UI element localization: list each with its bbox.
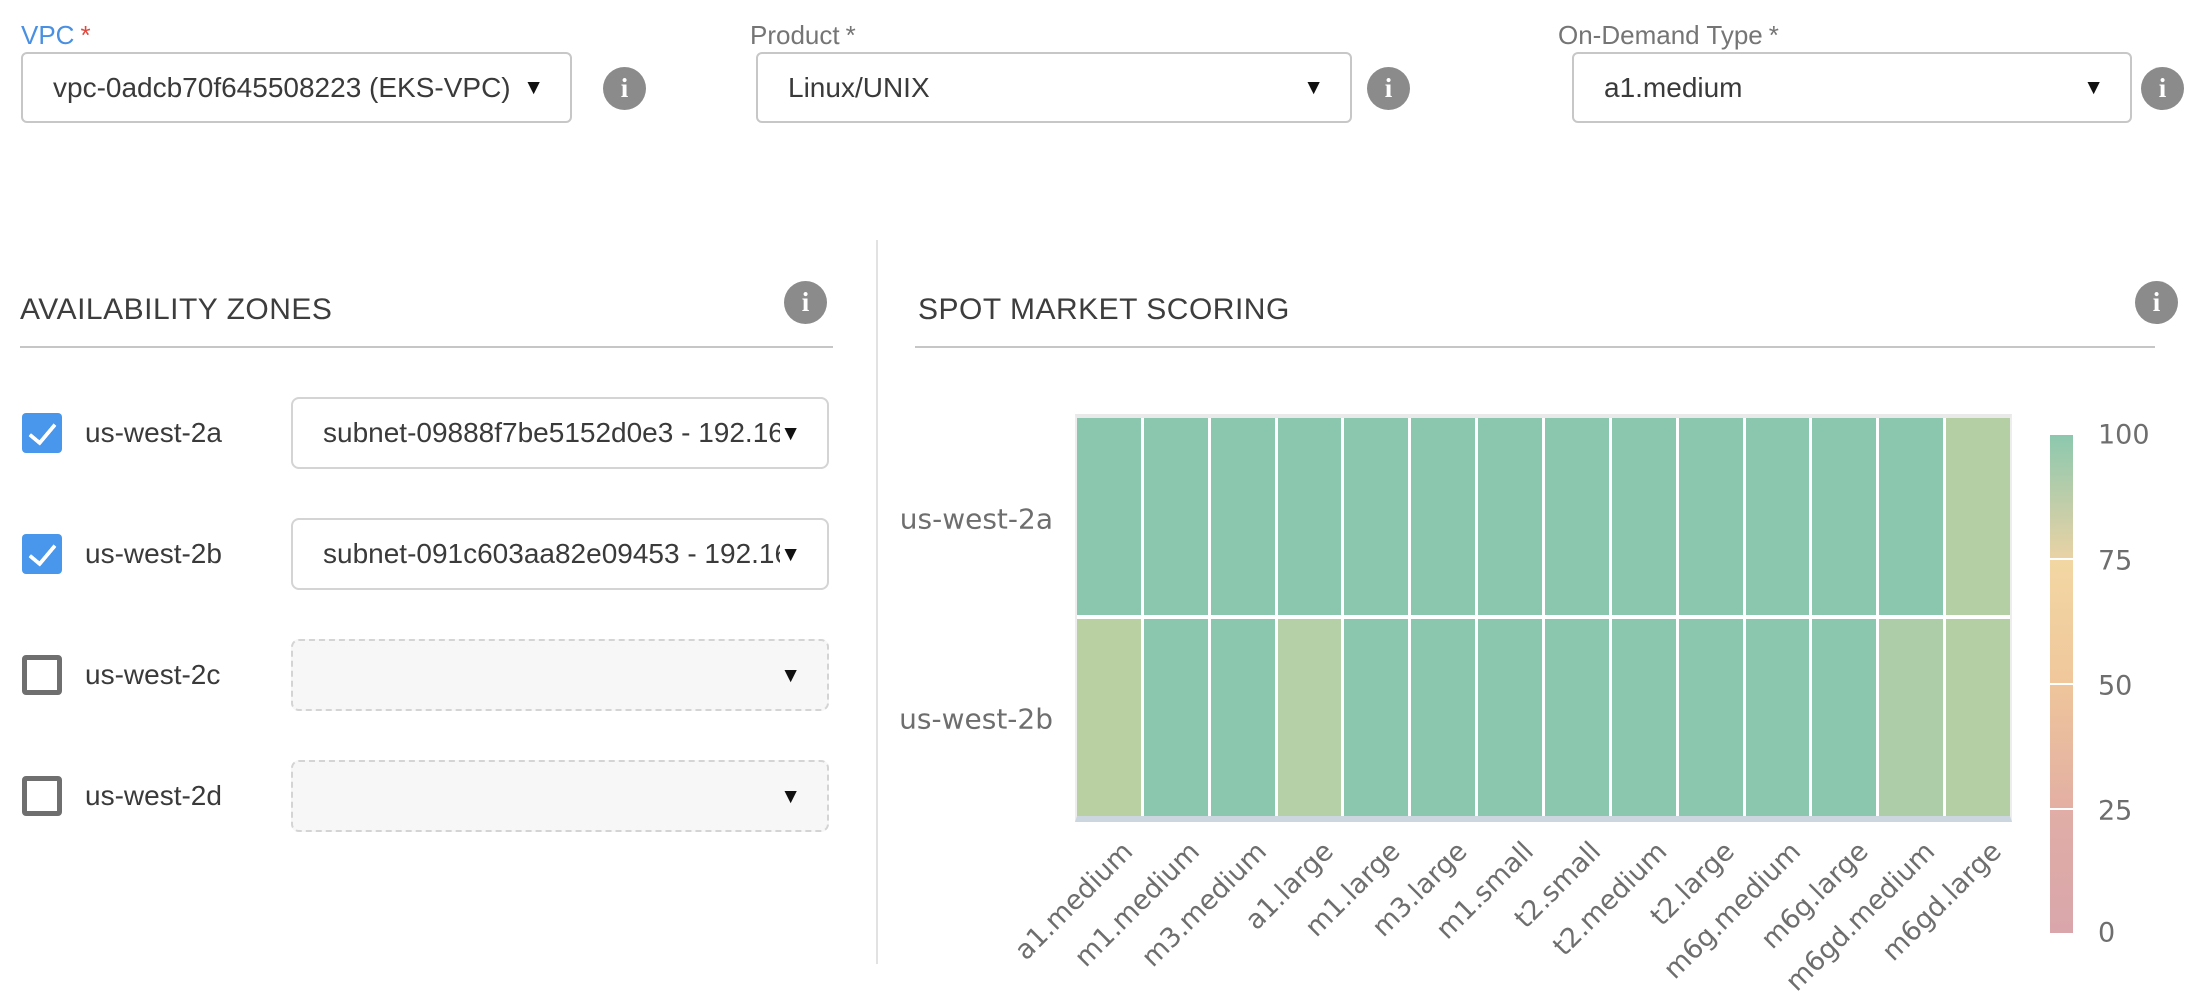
heatmap-cell-us-west-2a-m3.large: [1411, 418, 1475, 615]
on-demand-type-label: On-Demand Type*: [1558, 20, 1779, 51]
heatmap-cell-us-west-2a-t2.small: [1545, 418, 1609, 615]
heatmap-cell-us-west-2b-m1.medium: [1144, 619, 1208, 816]
product-label: Product*: [750, 20, 856, 51]
subnet-select-us-west-2a[interactable]: subnet-09888f7be5152d0e3 - 192.168…▼: [291, 397, 829, 469]
spot-market-scoring-divider: [915, 346, 2155, 348]
on-demand-type-select-value: a1.medium: [1574, 72, 2083, 104]
heatmap-cell-us-west-2a-m3.medium: [1211, 418, 1275, 615]
heatmap-cell-us-west-2a-m6g.medium: [1746, 418, 1810, 615]
heatmap-y-label: us-west-2a: [833, 503, 1053, 536]
product-select-value: Linux/UNIX: [758, 72, 1303, 104]
heatmap-cell-us-west-2a-t2.large: [1679, 418, 1743, 615]
product-select[interactable]: Linux/UNIX ▼: [756, 52, 1352, 123]
subnet-select-value: subnet-091c603aa82e09453 - 192.168…: [293, 538, 780, 570]
heatmap-cell-us-west-2b-m6gd.medium: [1879, 619, 1943, 816]
heatmap-cell-us-west-2a-t2.medium: [1612, 418, 1676, 615]
colorbar-tick: 75: [2098, 546, 2178, 577]
zone-checkbox-us-west-2a[interactable]: [22, 413, 62, 453]
spot-market-scoring-info-icon[interactable]: i: [2135, 281, 2178, 324]
heatmap-cell-us-west-2b-a1.medium: [1077, 619, 1141, 816]
colorbar-tick: 100: [2098, 420, 2178, 451]
heatmap-cell-us-west-2a-m6g.large: [1812, 418, 1876, 615]
chevron-down-icon: ▼: [780, 786, 827, 807]
on-demand-type-info-icon[interactable]: i: [2141, 67, 2184, 110]
vpc-label: VPC*: [21, 20, 91, 51]
heatmap-cell-us-west-2b-m6g.large: [1812, 619, 1876, 816]
subnet-select-us-west-2c[interactable]: ▼: [291, 639, 829, 711]
zone-label: us-west-2a: [85, 417, 222, 449]
on-demand-type-select[interactable]: a1.medium ▼: [1572, 52, 2132, 123]
zone-checkbox-us-west-2b[interactable]: [22, 534, 62, 574]
heatmap-cell-us-west-2a-m1.medium: [1144, 418, 1208, 615]
heatmap-cell-us-west-2b-t2.large: [1679, 619, 1743, 816]
heatmap-cell-us-west-2a-m6gd.medium: [1879, 418, 1943, 615]
availability-zones-info-icon[interactable]: i: [784, 281, 827, 324]
zone-checkbox-us-west-2d[interactable]: [22, 776, 62, 816]
heatmap-colorbar: [2050, 435, 2073, 933]
spot-market-scoring-title: SPOT MARKET SCORING: [918, 293, 1290, 327]
colorbar-tick: 25: [2098, 796, 2178, 827]
heatmap-cell-us-west-2b-t2.small: [1545, 619, 1609, 816]
vpc-select[interactable]: vpc-0adcb70f645508223 (EKS-VPC) ▼: [21, 52, 572, 123]
chevron-down-icon: ▼: [780, 665, 827, 686]
heatmap-cell-us-west-2b-m6g.medium: [1746, 619, 1810, 816]
heatmap-cell-us-west-2a-m6gd.large: [1946, 418, 2010, 615]
chevron-down-icon: ▼: [780, 544, 827, 565]
heatmap-cell-us-west-2b-a1.large: [1278, 619, 1342, 816]
availability-zone-row: us-west-2d ▼: [0, 760, 877, 832]
heatmap-cell-us-west-2a-a1.large: [1278, 418, 1342, 615]
heatmap-cell-us-west-2a-a1.medium: [1077, 418, 1141, 615]
chevron-down-icon: ▼: [1303, 77, 1350, 98]
vpc-info-icon[interactable]: i: [603, 67, 646, 110]
availability-zones-title: AVAILABILITY ZONES: [20, 293, 332, 327]
colorbar-tick: 0: [2098, 918, 2178, 949]
heatmap-cell-us-west-2b-m3.medium: [1211, 619, 1275, 816]
colorbar-segment: [2050, 685, 2073, 808]
subnet-select-us-west-2d[interactable]: ▼: [291, 760, 829, 832]
chevron-down-icon: ▼: [780, 423, 827, 444]
heatmap-cell-us-west-2b-m6gd.large: [1946, 619, 2010, 816]
availability-zones-divider: [20, 346, 833, 348]
heatmap-cell-us-west-2b-m1.small: [1478, 619, 1542, 816]
heatmap-cell-us-west-2a-m1.small: [1478, 418, 1542, 615]
colorbar-segment: [2050, 560, 2073, 683]
product-info-icon[interactable]: i: [1367, 67, 1410, 110]
availability-zone-row: us-west-2b subnet-091c603aa82e09453 - 192…: [0, 518, 877, 590]
pane-divider: [876, 240, 878, 964]
heatmap-cell-us-west-2b-m1.large: [1344, 619, 1408, 816]
availability-zone-row: us-west-2a subnet-09888f7be5152d0e3 - 192…: [0, 397, 877, 469]
chevron-down-icon: ▼: [523, 77, 570, 98]
zone-label: us-west-2d: [85, 780, 222, 812]
heatmap-y-label: us-west-2b: [833, 703, 1053, 736]
zone-label: us-west-2b: [85, 538, 222, 570]
colorbar-segment: [2050, 810, 2073, 933]
subnet-select-value: subnet-09888f7be5152d0e3 - 192.168…: [293, 417, 780, 449]
colorbar-segment: [2050, 435, 2073, 558]
heatmap-plot[interactable]: [1075, 414, 2012, 822]
zone-checkbox-us-west-2c[interactable]: [22, 655, 62, 695]
colorbar-tick: 50: [2098, 671, 2178, 702]
subnet-select-us-west-2b[interactable]: subnet-091c603aa82e09453 - 192.168…▼: [291, 518, 829, 590]
heatmap-cell-us-west-2b-t2.medium: [1612, 619, 1676, 816]
heatmap-cell-us-west-2b-m3.large: [1411, 619, 1475, 816]
heatmap-cell-us-west-2a-m1.large: [1344, 418, 1408, 615]
zone-label: us-west-2c: [85, 659, 220, 691]
chevron-down-icon: ▼: [2083, 77, 2130, 98]
vpc-select-value: vpc-0adcb70f645508223 (EKS-VPC): [23, 72, 523, 104]
availability-zone-row: us-west-2c ▼: [0, 639, 877, 711]
